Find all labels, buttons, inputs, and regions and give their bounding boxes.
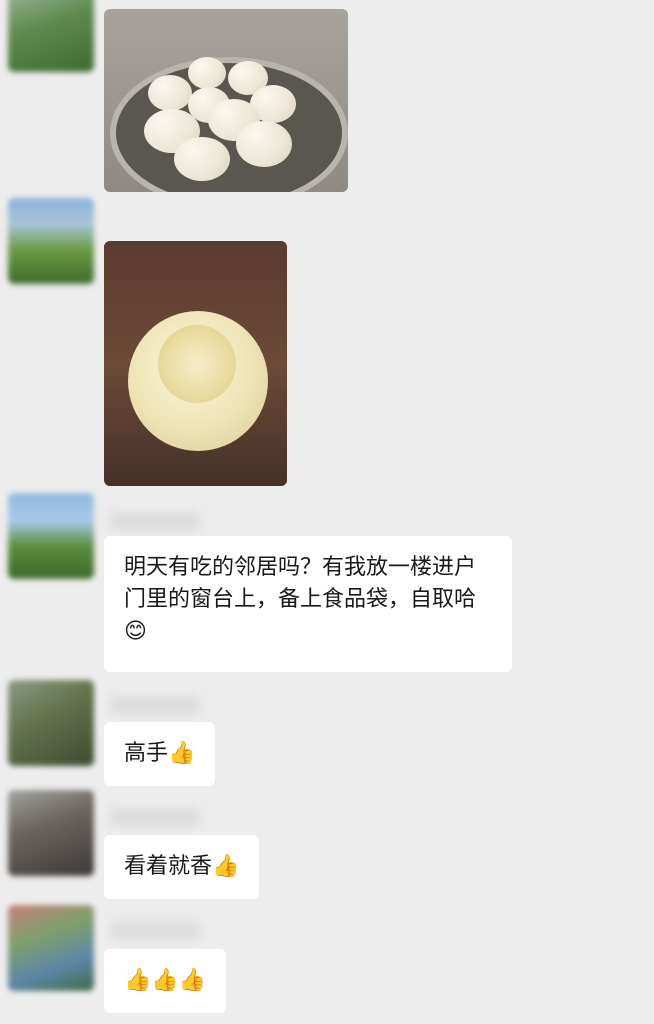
- message-bubble[interactable]: 👍👍👍: [104, 949, 227, 1013]
- sender-nickname-blurred: [110, 808, 200, 826]
- message-bubble[interactable]: 看着就香👍: [104, 835, 260, 899]
- bun: [128, 311, 268, 451]
- message-text: 👍👍👍: [124, 968, 207, 993]
- message-bubble[interactable]: 高手👍: [104, 722, 216, 786]
- bun-bite: [158, 325, 236, 403]
- message-text: 看着就香👍: [124, 854, 240, 879]
- sender-nickname-blurred: [110, 512, 200, 530]
- sender-avatar[interactable]: [8, 0, 94, 72]
- sender-nickname-blurred: [110, 696, 200, 714]
- sender-nickname-blurred: [110, 922, 200, 940]
- message-text: 高手👍: [124, 741, 196, 766]
- sender-avatar[interactable]: [8, 790, 94, 876]
- message-image-steamer[interactable]: [104, 9, 348, 192]
- message-bubble[interactable]: 明天有吃的邻居吗？有我放一楼进户门里的窗台上，备上食品袋，自取哈😊: [104, 536, 512, 672]
- message-image-bitten-bun[interactable]: [104, 241, 287, 486]
- message-text: 明天有吃的邻居吗？有我放一楼进户门里的窗台上，备上食品袋，自取哈😊: [124, 555, 477, 644]
- sender-avatar[interactable]: [8, 680, 94, 766]
- sender-avatar[interactable]: [8, 493, 94, 579]
- sender-avatar[interactable]: [8, 198, 94, 284]
- sender-avatar[interactable]: [8, 905, 94, 991]
